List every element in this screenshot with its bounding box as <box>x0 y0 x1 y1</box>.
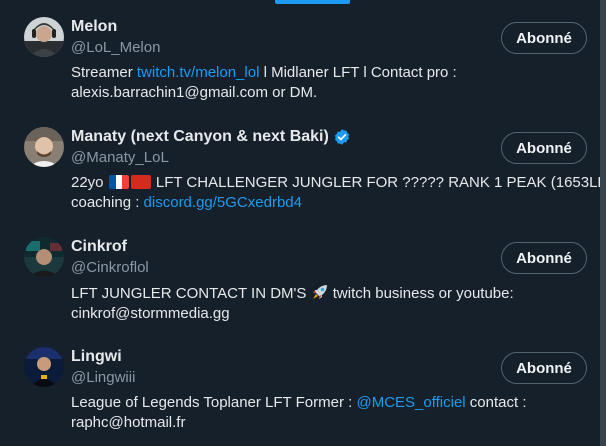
bio-line: alexis.barrachin1@gmail.com or DM. <box>71 83 551 103</box>
avatar[interactable] <box>24 347 64 387</box>
user-handle[interactable]: @LoL_Melon <box>71 39 160 56</box>
user-display-name[interactable]: Cinkrof <box>71 238 127 256</box>
bio-link[interactable]: twitch.tv/melon_lol <box>137 64 260 81</box>
user-bio: 22yo LFT CHALLENGER JUNGLER FOR ????? RA… <box>71 173 606 213</box>
user-handle[interactable]: @Lingwiii <box>71 369 135 386</box>
bio-line: LFT JUNGLER CONTACT IN DM'S twitch busin… <box>71 283 551 304</box>
bio-line: Streamer twitch.tv/melon_lol l Midlaner … <box>71 63 551 83</box>
avatar[interactable] <box>24 237 64 277</box>
bio-link[interactable]: discord.gg/5GCxedrbd4 <box>144 194 302 211</box>
bio-text: l Midlaner LFT l Contact pro : <box>259 64 457 81</box>
name-line: Lingwi <box>71 347 122 367</box>
user-display-name[interactable]: Lingwi <box>71 348 122 366</box>
name-line: Melon <box>71 17 117 37</box>
user-cell-lingwi[interactable]: Lingwi @Lingwiii League of Legends Topla… <box>0 330 600 440</box>
bio-line: League of Legends Toplaner LFT Former : … <box>71 393 551 413</box>
flag-red-icon <box>130 175 151 189</box>
bio-line: 22yo LFT CHALLENGER JUNGLER FOR ????? RA… <box>71 173 606 193</box>
avatar[interactable] <box>24 17 64 57</box>
bio-text: LFT CHALLENGER JUNGLER FOR ????? RANK 1 … <box>151 174 606 191</box>
bio-text: twitch business or youtube: <box>328 285 514 302</box>
following-button[interactable]: Abonné <box>501 132 587 164</box>
bio-text: League of Legends Toplaner LFT Former : <box>71 394 357 411</box>
name-line: Manaty (next Canyon & next Baki) <box>71 127 351 147</box>
following-button[interactable]: Abonné <box>501 242 587 274</box>
following-button[interactable]: Abonné <box>501 22 587 54</box>
user-handle[interactable]: @Manaty_LoL <box>71 149 169 166</box>
bio-line: coaching : discord.gg/5GCxedrbd4 <box>71 193 551 213</box>
bio-text: alexis.barrachin1@gmail.com or DM. <box>71 84 318 101</box>
bio-text: coaching : <box>71 194 144 211</box>
following-list: Melon @LoL_Melon Streamer twitch.tv/melo… <box>0 0 606 446</box>
bio-line: cinkrof@stormmedia.gg <box>71 304 551 324</box>
bio-text: contact : <box>465 394 527 411</box>
user-cell-manaty[interactable]: Manaty (next Canyon & next Baki) @Manaty… <box>0 110 606 220</box>
user-display-name[interactable]: Melon <box>71 18 117 36</box>
bio-line: raphc@hotmail.fr <box>71 413 551 433</box>
user-bio: League of Legends Toplaner LFT Former : … <box>71 393 551 433</box>
bio-text: cinkrof@stormmedia.gg <box>71 305 230 322</box>
bio-text: LFT JUNGLER CONTACT IN DM'S <box>71 285 311 302</box>
following-button[interactable]: Abonné <box>501 352 587 384</box>
name-line: Cinkrof <box>71 237 127 257</box>
bio-text: raphc@hotmail.fr <box>71 414 186 431</box>
bio-mention-link[interactable]: @MCES_officiel <box>356 394 465 411</box>
verified-badge-icon[interactable] <box>333 128 351 146</box>
column-border <box>600 0 606 446</box>
user-bio: LFT JUNGLER CONTACT IN DM'S twitch busin… <box>71 283 551 324</box>
user-cell-melon[interactable]: Melon @LoL_Melon Streamer twitch.tv/melo… <box>0 0 600 110</box>
rocket-icon <box>311 283 329 301</box>
bio-text: Streamer <box>71 64 137 81</box>
user-handle[interactable]: @Cinkroflol <box>71 259 149 276</box>
avatar[interactable] <box>24 127 64 167</box>
user-display-name[interactable]: Manaty (next Canyon & next Baki) <box>71 128 329 146</box>
user-bio: Streamer twitch.tv/melon_lol l Midlaner … <box>71 63 551 103</box>
bio-text: 22yo <box>71 174 108 191</box>
user-cell-cinkrof[interactable]: Cinkrof @Cinkroflol LFT JUNGLER CONTACT … <box>0 220 600 330</box>
flag-france-icon <box>108 175 129 189</box>
